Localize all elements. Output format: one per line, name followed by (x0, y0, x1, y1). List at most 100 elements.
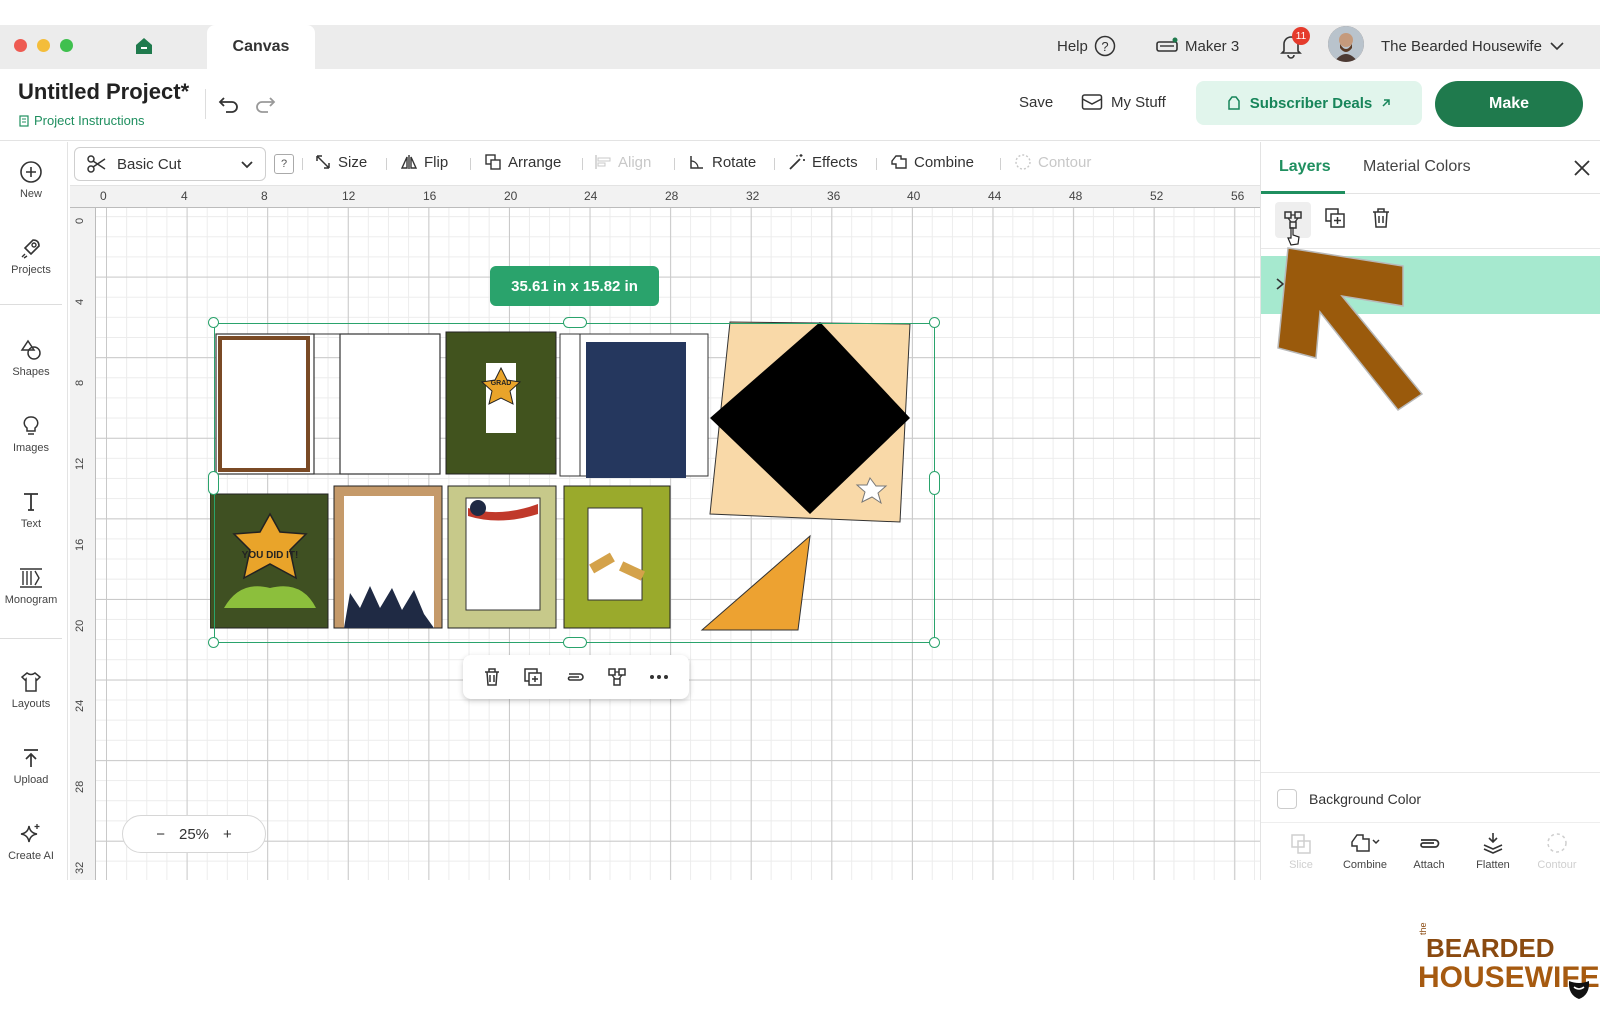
more-options-icon[interactable] (647, 666, 671, 688)
resize-handle-top[interactable] (563, 317, 587, 328)
notifications-button[interactable]: 11 (1278, 27, 1310, 59)
ruler-tick-label: 4 (181, 189, 188, 203)
rotate-button[interactable]: Rotate (688, 153, 756, 171)
ruler-tick-label: 20 (504, 189, 518, 203)
sidebar-item-text[interactable]: Text (0, 490, 62, 530)
resize-handle-bottom-left[interactable] (208, 637, 219, 648)
background-color-toggle[interactable]: Background Color (1277, 789, 1421, 809)
align-icon (595, 155, 611, 169)
project-title[interactable]: Untitled Project* (18, 79, 189, 105)
sidebar-item-shapes[interactable]: Shapes (0, 338, 62, 378)
arrange-button[interactable]: Arrange (484, 153, 561, 171)
resize-handle-bottom[interactable] (563, 637, 587, 648)
help-button[interactable]: Help ? (1057, 31, 1116, 61)
notification-badge: 11 (1292, 27, 1310, 45)
arrange-label: Arrange (508, 153, 562, 171)
ruler-tick-label: 52 (1150, 189, 1164, 203)
attach-button[interactable]: Attach (1399, 831, 1459, 871)
undo-icon[interactable] (216, 91, 242, 117)
chevron-down-icon (241, 161, 253, 169)
question-circle-icon: ? (1094, 35, 1116, 57)
project-header: Untitled Project* Project Instructions S… (0, 69, 1600, 141)
sidebar-item-new[interactable]: New (0, 160, 62, 200)
resize-handle-bottom-right[interactable] (929, 637, 940, 648)
size-button[interactable]: Size (314, 153, 367, 171)
trash-icon[interactable] (481, 666, 503, 688)
save-button[interactable]: Save (1019, 94, 1053, 111)
machine-icon (1156, 37, 1178, 52)
duplicate-icon[interactable] (522, 666, 544, 688)
left-sidebar: New Projects Shapes Images Text Monogram… (0, 142, 68, 880)
active-tab-indicator (1261, 191, 1345, 194)
align-button[interactable]: Align (594, 153, 651, 171)
combine-button[interactable]: Combine (890, 153, 974, 171)
group-icon[interactable] (606, 666, 628, 688)
toolbar-divider (470, 158, 471, 170)
redo-icon[interactable] (252, 91, 278, 117)
resize-handle-top-left[interactable] (208, 317, 219, 328)
contour-bottom-button[interactable]: Contour (1527, 831, 1587, 871)
slice-button[interactable]: Slice (1271, 831, 1331, 871)
toolbar-divider (876, 158, 877, 170)
avatar[interactable] (1328, 26, 1364, 62)
size-readout-badge: 35.61 in x 15.82 in (490, 266, 659, 306)
attach-label: Attach (1413, 859, 1445, 871)
window-close-button[interactable] (14, 39, 27, 52)
tab-material-colors[interactable]: Material Colors (1363, 158, 1471, 176)
shirt-icon (20, 672, 42, 692)
window-minimize-button[interactable] (37, 39, 50, 52)
machine-selector[interactable]: Maker 3 (1155, 31, 1239, 61)
chevron-down-icon (1550, 42, 1564, 51)
sidebar-item-layouts[interactable]: Layouts (0, 670, 62, 710)
resize-handle-left[interactable] (208, 471, 219, 495)
selection-box[interactable] (214, 323, 935, 643)
operation-help-button[interactable]: ? (274, 154, 294, 174)
flatten-button[interactable]: Flatten (1463, 831, 1523, 871)
attach-icon (1420, 839, 1440, 848)
operation-select[interactable]: Basic Cut (74, 147, 266, 181)
svg-text:?: ? (1101, 39, 1108, 54)
subscriber-deals-button[interactable]: Subscriber Deals (1196, 81, 1422, 125)
contour-button[interactable]: Contour (1014, 153, 1091, 171)
trash-icon[interactable] (1369, 206, 1393, 230)
shapes-icon (20, 339, 41, 360)
ruler-tick-label: 56 (1231, 189, 1245, 203)
my-stuff-button[interactable]: My Stuff (1081, 93, 1166, 111)
zoom-out-button[interactable]: − (156, 826, 165, 843)
sidebar-item-create-ai[interactable]: Create AI (0, 822, 62, 862)
tab-layers[interactable]: Layers (1279, 158, 1331, 176)
contour-icon (1547, 833, 1567, 853)
sidebar-divider (0, 304, 62, 305)
toolbar-divider (386, 158, 387, 170)
make-button[interactable]: Make (1435, 81, 1583, 127)
machine-label: Maker 3 (1185, 37, 1240, 55)
mail-icon (1081, 94, 1103, 110)
combine-bottom-button[interactable]: Combine (1335, 831, 1395, 871)
sidebar-item-label: Layouts (11, 698, 51, 710)
home-icon[interactable] (134, 36, 154, 56)
resize-handle-right[interactable] (929, 471, 940, 495)
project-instructions-link[interactable]: Project Instructions (18, 113, 145, 128)
resize-handle-top-right[interactable] (929, 317, 940, 328)
tab-canvas[interactable]: Canvas (207, 25, 315, 69)
effects-button[interactable]: Effects (788, 153, 858, 171)
sidebar-item-upload[interactable]: Upload (0, 746, 62, 786)
window-zoom-button[interactable] (60, 39, 73, 52)
ruler-tick-label: 4 (74, 298, 86, 305)
sidebar-item-monogram[interactable]: Monogram (0, 566, 62, 606)
sidebar-item-projects[interactable]: Projects (0, 236, 62, 276)
background-color-checkbox[interactable] (1277, 789, 1297, 809)
slice-icon (1291, 834, 1311, 854)
close-icon[interactable] (1572, 158, 1592, 178)
duplicate-icon[interactable] (1323, 206, 1347, 230)
sidebar-item-label: Upload (13, 774, 49, 786)
ruler-left: 0 4 8 12 16 20 24 28 32 (70, 208, 96, 880)
user-menu[interactable]: The Bearded Housewife (1381, 31, 1566, 61)
sidebar-item-images[interactable]: Images (0, 414, 62, 454)
zoom-in-button[interactable]: + (223, 826, 232, 843)
flip-button[interactable]: Flip (400, 153, 448, 171)
ruler-tick-label: 0 (100, 189, 107, 203)
ruler-tick-label: 28 (74, 780, 86, 793)
help-label: Help (1057, 37, 1088, 55)
attach-icon[interactable] (563, 666, 587, 688)
